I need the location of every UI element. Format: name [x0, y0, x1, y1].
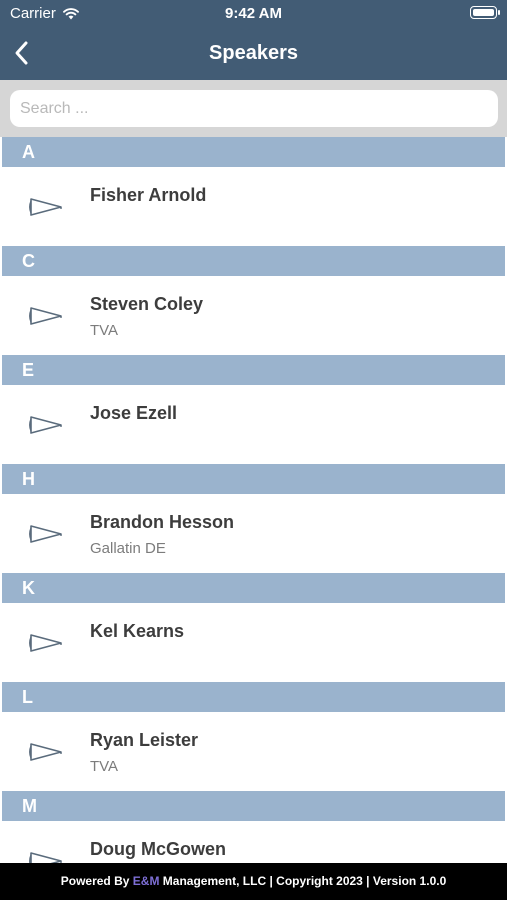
speaker-row[interactable]: Steven Coley TVA	[0, 276, 507, 355]
speaker-row[interactable]: Brandon Hesson Gallatin DE	[0, 494, 507, 573]
speaker-organization: Gallatin DE	[90, 540, 166, 557]
section-header-e: E	[2, 355, 505, 385]
status-bar: Carrier 9:42 AM	[0, 0, 507, 28]
speaker-name: Ryan Leister	[90, 730, 199, 750]
footer-brand: E&M	[132, 874, 160, 888]
section-header-l: L	[2, 682, 505, 712]
search-bar	[0, 80, 507, 137]
speakers-screen: Carrier 9:42 AM Speakers A Fisher Arnold C…	[0, 0, 507, 900]
section-header-h: H	[2, 464, 505, 494]
megaphone-icon	[28, 849, 64, 863]
section-header-c: C	[2, 246, 505, 276]
speaker-list[interactable]: A Fisher Arnold C Steven Coley TVA E Jose Ezel…	[0, 137, 507, 863]
footer: Powered By E&M Management, LLC | Copyrig…	[0, 863, 507, 900]
speaker-name: Steven Coley	[90, 294, 204, 314]
megaphone-icon	[28, 631, 64, 655]
section-header-m: M	[2, 791, 505, 821]
speaker-row[interactable]: Fisher Arnold	[0, 167, 507, 246]
megaphone-icon	[28, 740, 64, 764]
speaker-name: Fisher Arnold	[90, 185, 207, 205]
speaker-row[interactable]: Jose Ezell	[0, 385, 507, 464]
page-title: Speakers	[209, 42, 298, 64]
megaphone-icon	[28, 304, 64, 328]
megaphone-icon	[28, 195, 64, 219]
speaker-organization: TVA	[90, 322, 119, 339]
header: Carrier 9:42 AM Speakers	[0, 0, 507, 80]
speaker-row[interactable]: Doug McGowen	[0, 821, 507, 863]
search-input[interactable]	[10, 90, 498, 127]
speaker-name: Brandon Hesson	[90, 512, 235, 532]
megaphone-icon	[28, 413, 64, 437]
nav-bar: Speakers	[0, 30, 507, 76]
speaker-name: Jose Ezell	[90, 403, 178, 423]
battery-icon	[470, 6, 500, 19]
section-header-a: A	[2, 137, 505, 167]
section-header-k: K	[2, 573, 505, 603]
speaker-name: Kel Kearns	[90, 621, 185, 641]
speaker-name: Doug McGowen	[90, 839, 226, 859]
megaphone-icon	[28, 522, 64, 546]
status-time: 9:42 AM	[225, 5, 282, 22]
speaker-organization: TVA	[90, 758, 119, 775]
speaker-row[interactable]: Kel Kearns	[0, 603, 507, 682]
footer-suffix: Management, LLC | Copyright 2023 | Versi…	[159, 874, 447, 888]
speaker-row[interactable]: Ryan Leister TVA	[0, 712, 507, 791]
footer-prefix: Powered By	[60, 874, 133, 888]
